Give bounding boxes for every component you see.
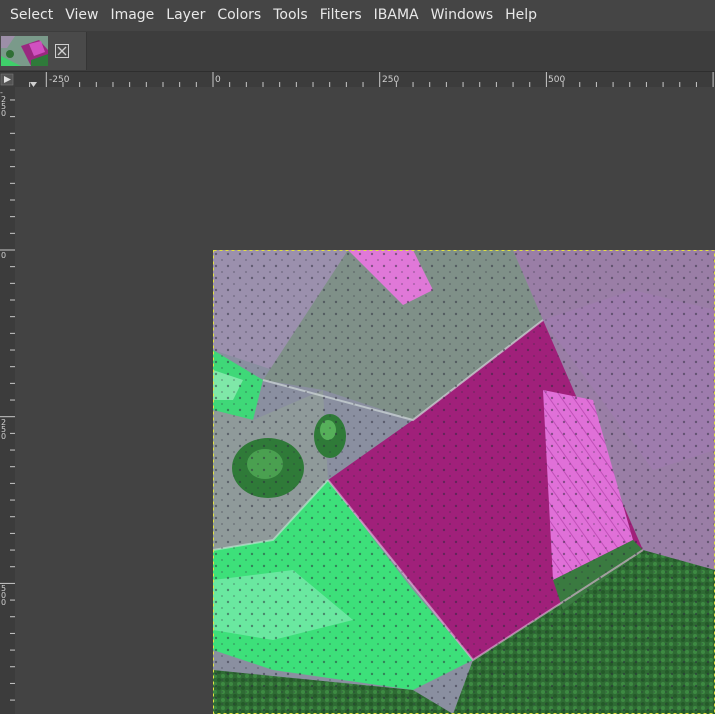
vruler-label-0: 0: [1, 251, 6, 260]
menu-windows[interactable]: Windows: [425, 0, 500, 31]
vruler-label-250: 250: [1, 418, 6, 441]
vruler-label-neg250: -2 5 0: [0, 88, 6, 118]
menubar: Select View Image Layer Colors Tools Fil…: [0, 0, 715, 31]
satellite-image[interactable]: [213, 250, 715, 714]
image-thumbnail-icon[interactable]: [1, 36, 48, 66]
menu-image[interactable]: Image: [104, 0, 160, 31]
close-icon[interactable]: [55, 44, 69, 58]
play-triangle-icon: [0, 73, 14, 86]
image-tab[interactable]: [0, 32, 87, 70]
horizontal-ruler[interactable]: -250 0 250 500: [15, 72, 715, 87]
ruler-label-250: 250: [382, 75, 399, 85]
ruler-label-neg250: -250: [49, 75, 70, 85]
menu-view[interactable]: View: [59, 0, 104, 31]
menu-colors[interactable]: Colors: [211, 0, 267, 31]
ruler-label-0: 0: [215, 75, 221, 85]
menu-tools[interactable]: Tools: [267, 0, 314, 31]
vertical-ruler[interactable]: -2 5 0 0 250 500: [0, 87, 15, 714]
ruler-label-500: 500: [548, 75, 565, 85]
canvas-area[interactable]: [15, 87, 715, 714]
menu-filters[interactable]: Filters: [314, 0, 368, 31]
menu-select[interactable]: Select: [0, 0, 59, 31]
ruler-corner-button[interactable]: [0, 72, 15, 87]
vruler-label-500: 500: [1, 584, 6, 607]
menu-ibama[interactable]: IBAMA: [368, 0, 425, 31]
menu-layer[interactable]: Layer: [160, 0, 211, 31]
image-tab-bar: [0, 31, 715, 72]
menu-help[interactable]: Help: [499, 0, 543, 31]
